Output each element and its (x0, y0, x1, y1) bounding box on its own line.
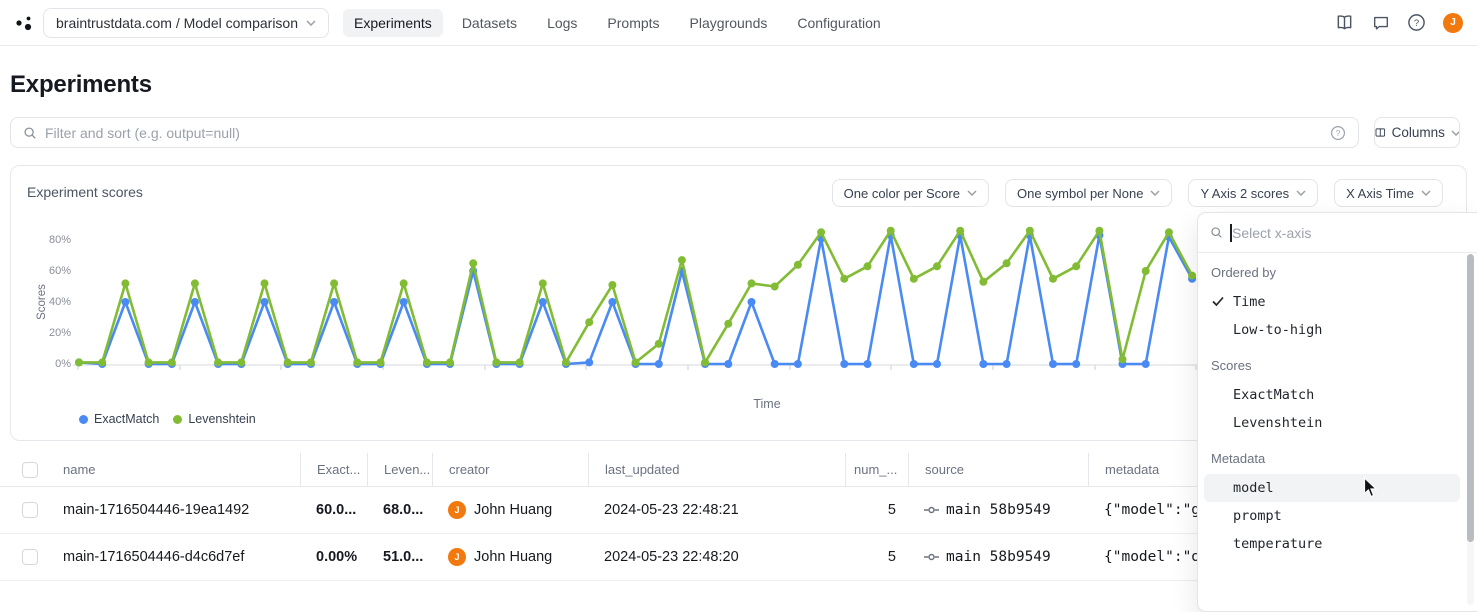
y-axis-label: Scores (36, 284, 48, 320)
cell-source: main 58b9549 (908, 487, 1088, 533)
cell-last-updated: 2024-05-23 22:48:20 (588, 534, 845, 580)
braintrust-logo-icon[interactable] (12, 11, 36, 35)
cell-leven-score: 68.0... (367, 487, 432, 533)
dropdown-group-label-ordered-by: Ordered by (1204, 265, 1460, 280)
chevron-down-icon (1451, 130, 1459, 136)
chart-legend: ExactMatch Levenshtein (79, 412, 256, 426)
chart-control-x-axis-time[interactable]: X Axis Time (1334, 179, 1443, 207)
cell-name: main-1716504446-19ea1492 (52, 487, 300, 533)
tab-experiments[interactable]: Experiments (343, 9, 443, 37)
chevron-down-icon (1296, 190, 1306, 196)
top-nav: braintrustdata.com / Model comparison Ex… (0, 0, 1477, 46)
cell-name: main-1716504446-d4c6d7ef (52, 534, 300, 580)
y-tick-20%: 20% (37, 327, 71, 339)
cell-leven-score: 51.0... (367, 534, 432, 580)
nav-right: ? J (1335, 13, 1477, 33)
dropdown-item-time[interactable]: Time (1204, 288, 1460, 316)
dropdown-item-model[interactable]: model (1204, 474, 1460, 502)
creator-avatar: J (448, 548, 466, 566)
text-caret (1230, 224, 1232, 242)
column-header-source[interactable]: source (908, 453, 1088, 486)
filter-input[interactable] (45, 125, 1330, 141)
column-header-num[interactable]: num_... (845, 453, 908, 486)
svg-text:?: ? (1336, 128, 1341, 137)
dropdown-search-row (1198, 213, 1477, 253)
dropdown-item-levenshtein[interactable]: Levenshtein (1204, 409, 1460, 437)
filter-input-wrap: ? (10, 117, 1359, 148)
dropdown-item-prompt[interactable]: prompt (1204, 502, 1460, 530)
cell-creator: JJohn Huang (432, 534, 588, 580)
row-checkbox[interactable] (22, 502, 38, 518)
chart-title: Experiment scores (27, 184, 143, 200)
legend-dot (173, 415, 182, 424)
x-axis-label: Time (667, 397, 867, 411)
chart-controls: One color per Score One symbol per None Y … (832, 179, 1443, 207)
dropdown-list: Ordered by TimeLow-to-high Scores ExactMatc… (1198, 253, 1477, 566)
cell-creator: JJohn Huang (432, 487, 588, 533)
y-tick-60%: 60% (37, 265, 71, 277)
columns-button-label: Columns (1392, 125, 1445, 140)
chevron-down-icon (306, 20, 316, 26)
tab-configuration[interactable]: Configuration (786, 9, 891, 37)
y-tick-80%: 80% (37, 234, 71, 246)
legend-dot (79, 415, 88, 424)
cell-exact-score: 60.0... (300, 487, 367, 533)
column-header-exact[interactable]: Exact... (300, 453, 367, 486)
project-selector[interactable]: braintrustdata.com / Model comparison (43, 8, 329, 38)
dropdown-item-exactmatch[interactable]: ExactMatch (1204, 381, 1460, 409)
dropdown-group-label-scores: Scores (1204, 358, 1460, 373)
search-icon (23, 126, 37, 140)
chart-control-one-symbol-per-none[interactable]: One symbol per None (1005, 179, 1172, 207)
docs-icon[interactable] (1335, 13, 1354, 32)
row-checkbox[interactable] (22, 549, 38, 565)
tab-playgrounds[interactable]: Playgrounds (679, 9, 779, 37)
dropdown-item-low-to-high[interactable]: Low-to-high (1204, 316, 1460, 344)
chevron-down-icon (1421, 190, 1431, 196)
page-title: Experiments (10, 71, 152, 99)
columns-icon (1375, 126, 1386, 139)
tab-prompts[interactable]: Prompts (596, 9, 670, 37)
nav-tabs: Experiments Datasets Logs Prompts Playground… (343, 9, 892, 37)
user-avatar[interactable]: J (1443, 13, 1463, 33)
column-header-creator[interactable]: creator (432, 453, 588, 486)
x-axis-dropdown-menu: Ordered by TimeLow-to-high Scores ExactMatc… (1197, 212, 1477, 612)
creator-avatar: J (448, 501, 466, 519)
cell-last-updated: 2024-05-23 22:48:21 (588, 487, 845, 533)
commit-icon (924, 504, 939, 516)
cell-exact-score: 0.00% (300, 534, 367, 580)
filter-help-icon[interactable]: ? (1330, 125, 1346, 141)
dropdown-group-label-metadata: Metadata (1204, 451, 1460, 466)
select-all-checkbox[interactable] (22, 462, 38, 478)
cell-num: 5 (845, 534, 908, 580)
x-axis-search-input[interactable] (1232, 225, 1470, 241)
tab-datasets[interactable]: Datasets (451, 9, 528, 37)
columns-button[interactable]: Columns (1374, 117, 1460, 148)
chart-control-y-axis-2-scores[interactable]: Y Axis 2 scores (1188, 179, 1318, 207)
chevron-down-icon (967, 190, 977, 196)
feedback-icon[interactable] (1371, 13, 1390, 32)
y-tick-0%: 0% (37, 358, 71, 370)
dropdown-item-temperature[interactable]: temperature (1204, 530, 1460, 558)
cell-num: 5 (845, 487, 908, 533)
column-header-leven[interactable]: Leven... (367, 453, 432, 486)
chevron-down-icon (1150, 190, 1160, 196)
column-header-name[interactable]: name (52, 453, 300, 486)
project-selector-label: braintrustdata.com / Model comparison (56, 15, 298, 31)
help-icon[interactable]: ? (1407, 13, 1426, 32)
tab-logs[interactable]: Logs (536, 9, 588, 37)
cell-source: main 58b9549 (908, 534, 1088, 580)
legend-item-levenshtein[interactable]: Levenshtein (173, 412, 255, 426)
search-icon (1210, 226, 1223, 239)
check-icon (1212, 296, 1224, 307)
scrollbar-thumb[interactable] (1467, 254, 1474, 542)
chart-control-one-color-per-score[interactable]: One color per Score (832, 179, 989, 207)
column-header-last_updated[interactable]: last_updated (588, 453, 845, 486)
svg-text:?: ? (1414, 18, 1419, 29)
legend-item-exactmatch[interactable]: ExactMatch (79, 412, 159, 426)
